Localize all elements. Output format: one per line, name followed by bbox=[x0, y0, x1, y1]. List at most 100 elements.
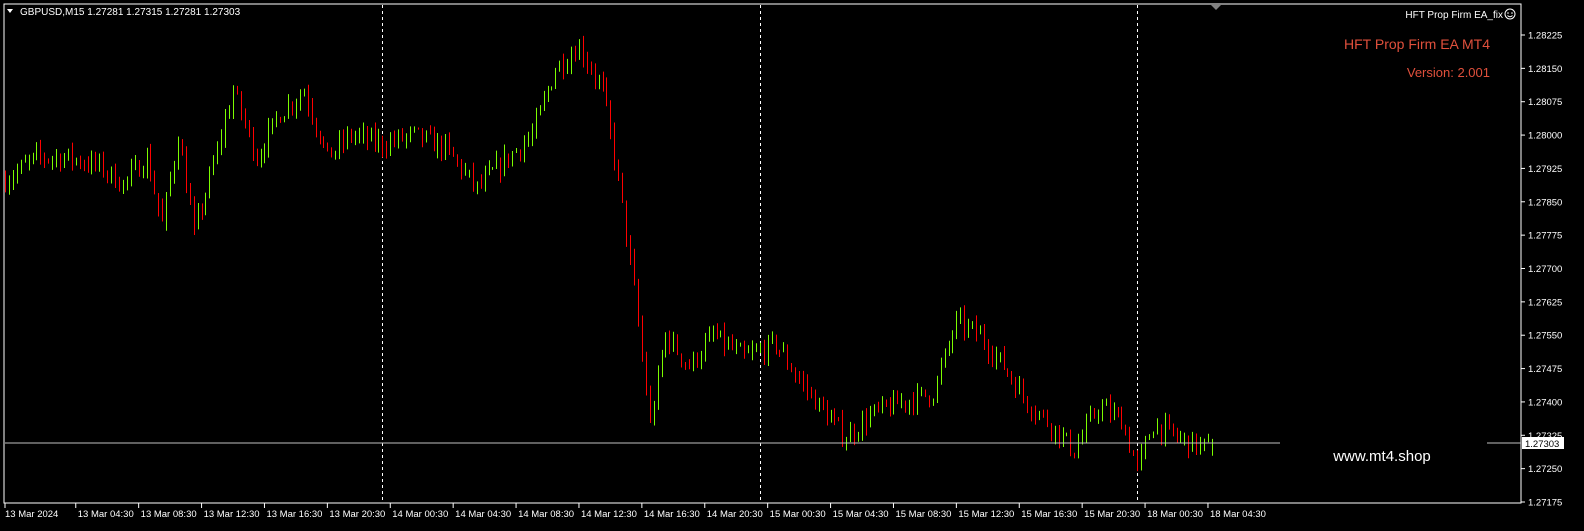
candle bbox=[359, 127, 360, 144]
candle bbox=[29, 154, 30, 171]
price-tick-label: 1.28150 bbox=[1528, 64, 1562, 75]
price-axis[interactable]: 1.28225 1.28150 1.28075 1.28000 1.27925 1.278… bbox=[1521, 31, 1562, 509]
candle-body bbox=[610, 103, 611, 131]
candle-body bbox=[335, 151, 336, 158]
candle-body bbox=[21, 162, 22, 171]
time-tick-label: 14 Mar 00:30 bbox=[392, 509, 448, 520]
candle-body bbox=[434, 132, 435, 152]
time-tick-label: 13 Mar 16:30 bbox=[266, 509, 322, 520]
candle bbox=[882, 396, 883, 414]
candle bbox=[842, 409, 843, 447]
candle-body bbox=[147, 152, 148, 172]
candle-body bbox=[143, 171, 144, 177]
candle-body bbox=[131, 167, 132, 178]
candle-body bbox=[1055, 426, 1056, 436]
candle-body bbox=[854, 429, 855, 438]
candle bbox=[56, 149, 57, 168]
candle bbox=[1133, 450, 1134, 457]
candle-body bbox=[945, 350, 946, 365]
candle-body bbox=[603, 79, 604, 85]
candle-body bbox=[1004, 352, 1005, 370]
candle-body bbox=[331, 147, 332, 158]
candle bbox=[1055, 425, 1056, 445]
time-tick-label: 15 Mar 04:30 bbox=[833, 509, 889, 520]
candle bbox=[579, 39, 580, 60]
candle-body bbox=[261, 155, 262, 164]
candle-body bbox=[500, 160, 501, 174]
candle-body bbox=[5, 179, 6, 190]
candle bbox=[1165, 412, 1166, 447]
candle bbox=[748, 345, 749, 354]
candle-body bbox=[595, 72, 596, 81]
candle bbox=[720, 330, 721, 338]
candle-body bbox=[406, 135, 407, 140]
candle bbox=[886, 399, 887, 408]
candle bbox=[485, 165, 486, 192]
candle bbox=[972, 321, 973, 329]
candle-body bbox=[166, 193, 167, 222]
candle-body bbox=[402, 132, 403, 140]
candle-body bbox=[937, 378, 938, 401]
price-chart[interactable]: GBPUSD,M15 1.27281 1.27315 1.27281 1.273… bbox=[0, 0, 1584, 531]
candle-body bbox=[477, 182, 478, 186]
candle-body bbox=[198, 210, 199, 226]
candle bbox=[567, 58, 568, 75]
candle-body bbox=[823, 398, 824, 408]
candle bbox=[571, 46, 572, 75]
candle-body bbox=[897, 395, 898, 405]
candle-body bbox=[465, 170, 466, 174]
candle bbox=[465, 162, 466, 176]
candle-body bbox=[984, 331, 985, 345]
candle bbox=[811, 386, 812, 399]
candle-body bbox=[799, 376, 800, 380]
candle-body bbox=[25, 161, 26, 163]
candle-body bbox=[9, 182, 10, 190]
candle bbox=[846, 436, 847, 451]
time-tick-label: 18 Mar 04:30 bbox=[1210, 509, 1266, 520]
candle bbox=[933, 398, 934, 406]
candle bbox=[437, 133, 438, 159]
candle-body bbox=[1019, 384, 1020, 394]
candle-body bbox=[1141, 450, 1142, 464]
candle-body bbox=[740, 345, 741, 347]
candle-body bbox=[1129, 431, 1130, 452]
candle bbox=[36, 142, 37, 161]
candle bbox=[610, 100, 611, 140]
candle bbox=[225, 109, 226, 148]
candle bbox=[111, 166, 112, 184]
candle bbox=[614, 122, 615, 171]
candle bbox=[233, 85, 234, 119]
candle-body bbox=[394, 139, 395, 142]
expert-name-label[interactable]: HFT Prop Firm EA_fix bbox=[1405, 10, 1503, 21]
candle-body bbox=[457, 156, 458, 162]
candle bbox=[709, 326, 710, 342]
candle bbox=[831, 409, 832, 423]
candle bbox=[650, 385, 651, 424]
candle bbox=[544, 90, 545, 111]
candle bbox=[1063, 427, 1064, 448]
candle bbox=[296, 98, 297, 119]
candle-body bbox=[787, 350, 788, 366]
candle bbox=[646, 351, 647, 396]
candle-body bbox=[1106, 403, 1107, 406]
candle bbox=[150, 143, 151, 182]
candle bbox=[776, 334, 777, 355]
candle bbox=[268, 117, 269, 158]
candle bbox=[272, 118, 273, 135]
candle bbox=[445, 133, 446, 160]
candle bbox=[795, 367, 796, 383]
candle-body bbox=[579, 43, 580, 60]
candle bbox=[261, 148, 262, 168]
time-tick-label: 13 Mar 04:30 bbox=[78, 509, 134, 520]
time-tick-label: 15 Mar 12:30 bbox=[958, 509, 1014, 520]
candle-body bbox=[327, 143, 328, 148]
candle-body bbox=[221, 138, 222, 146]
price-tick-label: 1.27925 bbox=[1528, 164, 1562, 175]
candle bbox=[693, 351, 694, 372]
candle bbox=[422, 128, 423, 148]
candle-body bbox=[952, 335, 953, 345]
candle-body bbox=[205, 194, 206, 212]
candle bbox=[504, 144, 505, 177]
candle bbox=[956, 310, 957, 340]
candle-body bbox=[1047, 413, 1048, 426]
